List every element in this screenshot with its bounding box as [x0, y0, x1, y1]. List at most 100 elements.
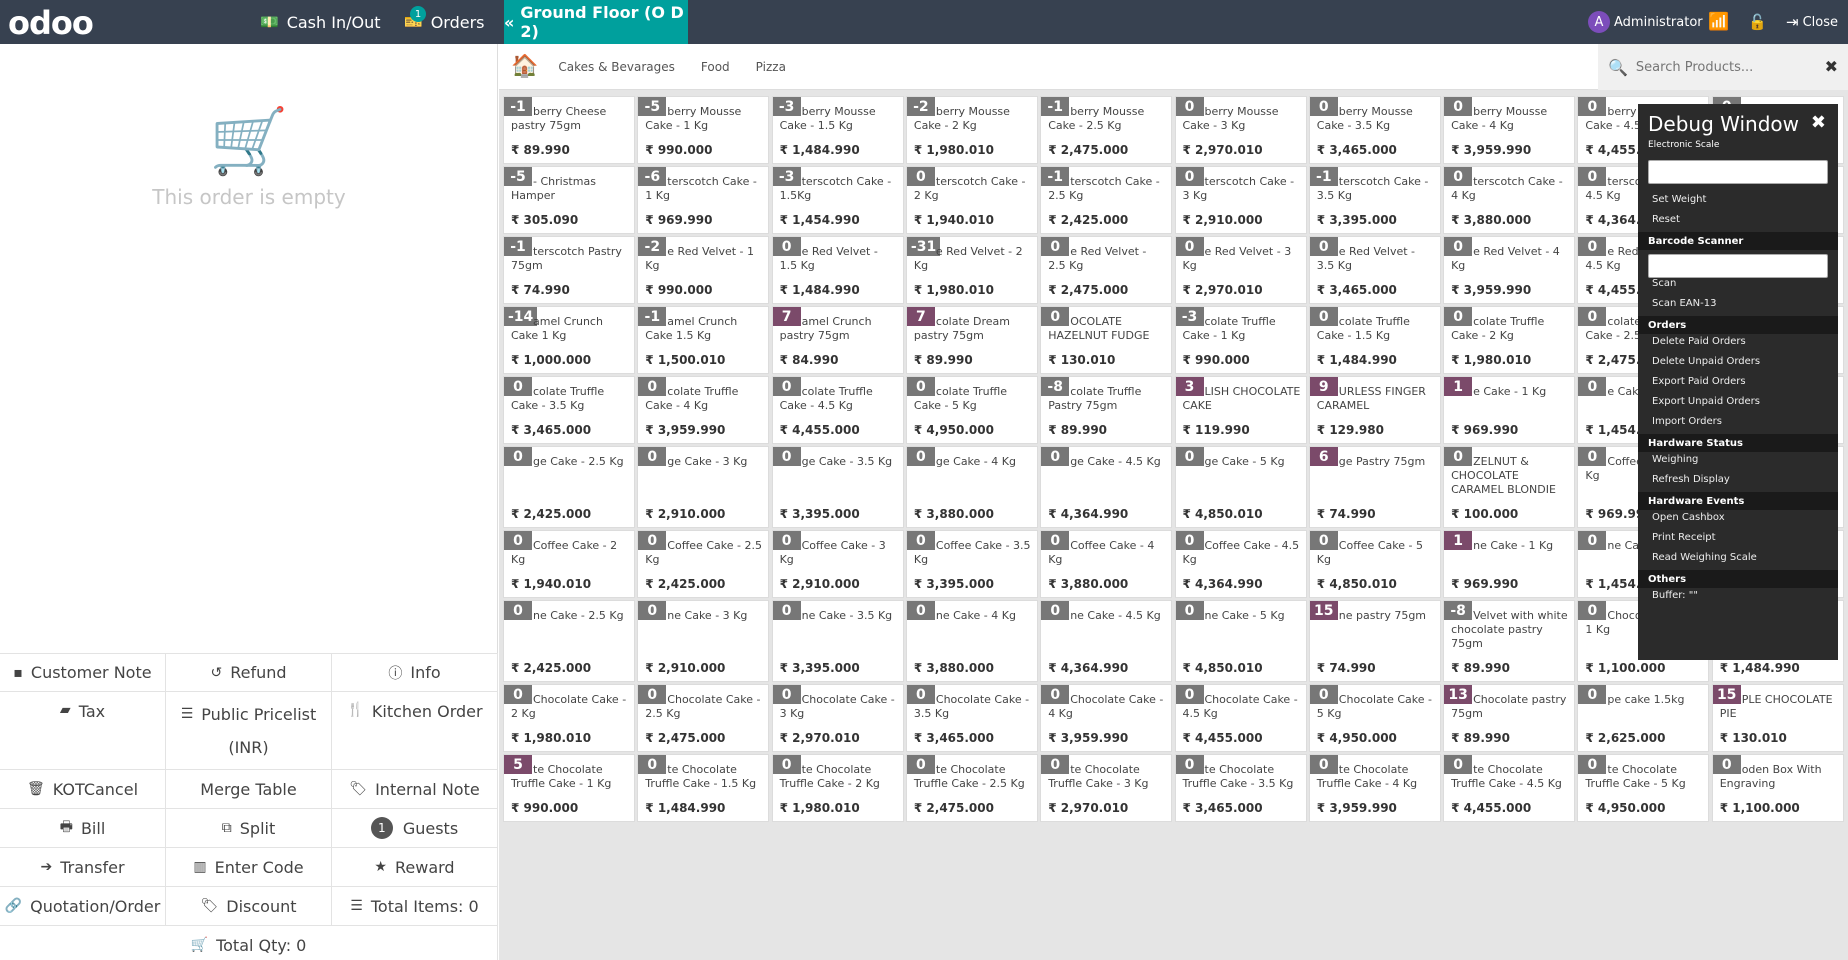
product-card[interactable]: 0 Coffee Cake - 4 Kg ₹ 3,880.000 [1040, 530, 1173, 598]
product-card[interactable]: 0e Red Velvet - 4 Kg ₹ 3,959.990 [1443, 236, 1576, 304]
product-card[interactable]: 0 colate Truffle Cake - 3.5 Kg ₹ 3,465.000 [503, 376, 635, 444]
product-card[interactable]: 0 colate Truffle Cake - 5 Kg ₹ 4,950.000 [905, 376, 1038, 444]
close-icon[interactable]: ✖ [1825, 57, 1838, 76]
product-card[interactable]: -5- Christmas Hamper ₹ 305.090 [503, 166, 635, 234]
product-card[interactable]: 0 te Chocolate Truffle Cake - 1.5 Kg ₹ 1,4… [637, 754, 770, 822]
product-card[interactable]: 0 ne Cake - 4 Kg ₹ 3,880.000 [905, 600, 1038, 682]
product-card[interactable]: -3 berry Mousse Cake - 1.5 Kg ₹ 1,484.990 [771, 96, 904, 164]
print-receipt-button[interactable]: Print Receipt [1652, 532, 1716, 543]
product-card[interactable]: -1 amel Crunch Cake 1.5 Kg ₹ 1,500.010 [637, 306, 770, 374]
product-card[interactable]: -1 berry Mousse Cake - 2.5 Kg ₹ 2,475.000 [1040, 96, 1173, 164]
product-card[interactable]: 0e Red Velvet - 1.5 Kg ₹ 1,484.990 [771, 236, 904, 304]
refresh-display-button[interactable]: Refresh Display [1652, 474, 1730, 485]
reward-button[interactable]: ★ Reward [332, 848, 498, 887]
product-card[interactable]: 6 ge Pastry 75gm ₹ 74.990 [1308, 446, 1441, 528]
split-button[interactable]: ⧉ Split [166, 809, 332, 848]
product-card[interactable]: 0 ne Cake - 3 Kg ₹ 2,910.000 [637, 600, 770, 682]
delete-unpaid-orders-button[interactable]: Delete Unpaid Orders [1652, 356, 1760, 367]
reset-button[interactable]: Reset [1652, 214, 1680, 225]
product-card[interactable]: 0 ge Cake - 4.5 Kg ₹ 4,364.990 [1040, 446, 1173, 528]
product-card[interactable]: -2 e Red Velvet - 1 Kg ₹ 990.000 [637, 236, 770, 304]
product-card[interactable]: -8 colate Truffle Pastry 75gm ₹ 89.990 [1040, 376, 1173, 444]
product-card[interactable]: 0 Coffee Cake - 3.5 Kg ₹ 3,395.000 [905, 530, 1038, 598]
merge-table-button[interactable]: Merge Table [166, 770, 332, 809]
product-card[interactable]: 0 ge Cake - 4 Kg ₹ 3,880.000 [905, 446, 1038, 528]
scan-ean13-button[interactable]: Scan EAN-13 [1652, 298, 1716, 309]
product-card[interactable]: -1 terscotch Cake - 3.5 Kg ₹ 3,395.000 [1308, 166, 1441, 234]
product-card[interactable]: 0 Chocolate Cake - 5 Kg ₹ 4,950.000 [1308, 684, 1441, 752]
close-button[interactable]: ⇥ Close [1786, 0, 1838, 44]
product-card[interactable]: 0 colate Truffle Cake - 1.5 Kg ₹ 1,484.990 [1308, 306, 1441, 374]
product-card[interactable]: 1 ne Cake - 1 Kg ₹ 969.990 [1443, 530, 1576, 598]
product-card[interactable]: 0 oden Box With Engraving ₹ 1,100.000 [1711, 754, 1844, 822]
product-card[interactable]: 0 Chocolate Cake - 2 Kg ₹ 1,980.010 [503, 684, 635, 752]
product-card[interactable]: 0 Chocolate Cake - 3 Kg ₹ 2,970.010 [771, 684, 904, 752]
product-card[interactable]: 0 te Chocolate Truffle Cake - 3.5 Kg ₹ 3,4… [1174, 754, 1307, 822]
open-cashbox-button[interactable]: Open Cashbox [1652, 512, 1725, 523]
product-card[interactable]: 0 te Chocolate Truffle Cake - 3 Kg ₹ 2,970… [1040, 754, 1173, 822]
product-card[interactable]: -5 berry Mousse Cake - 1 Kg ₹ 990.000 [637, 96, 770, 164]
product-card[interactable]: -3 terscotch Cake - 1.5Kg ₹ 1,454.990 [771, 166, 904, 234]
product-card[interactable]: 0 te Chocolate Truffle Cake - 4 Kg ₹ 3,959… [1308, 754, 1441, 822]
product-card[interactable]: -1 terscotch Cake - 2.5 Kg ₹ 2,425.000 [1040, 166, 1173, 234]
product-card[interactable]: 0 Coffee Cake - 5 Kg ₹ 4,850.010 [1308, 530, 1441, 598]
product-card[interactable]: 0 Coffee Cake - 3 Kg ₹ 2,910.000 [771, 530, 904, 598]
wifi-icon[interactable]: 📶 [1708, 0, 1729, 44]
product-card[interactable]: -2 berry Mousse Cake - 2 Kg ₹ 1,980.010 [905, 96, 1038, 164]
enter-code-button[interactable]: ▥ Enter Code [166, 848, 332, 887]
close-icon[interactable]: ✖ [1811, 112, 1826, 133]
category-cakes-bevarages[interactable]: Cakes & Bevarages [558, 60, 674, 74]
weight-input[interactable] [1648, 160, 1828, 184]
product-card[interactable]: 0 te Chocolate Truffle Cake - 2.5 Kg ₹ 2,4… [905, 754, 1038, 822]
delete-paid-orders-button[interactable]: Delete Paid Orders [1652, 336, 1746, 347]
product-card[interactable]: 0 Coffee Cake - 4.5 Kg ₹ 4,364.990 [1174, 530, 1307, 598]
internal-note-button[interactable]: 🏷 Internal Note [332, 770, 498, 809]
read-weighing-scale-button[interactable]: Read Weighing Scale [1652, 552, 1757, 563]
product-card[interactable]: -8 Velvet with white chocolate pastry 75g… [1443, 600, 1576, 682]
product-card[interactable]: 0 colate Truffle Cake - 4 Kg ₹ 3,959.990 [637, 376, 770, 444]
product-card[interactable]: 0 ne Cake - 5 Kg ₹ 4,850.010 [1174, 600, 1307, 682]
quotation-order-button[interactable]: 🔗 Quotation/Order [0, 887, 166, 926]
product-card[interactable]: 0 berry Mousse Cake - 4 Kg ₹ 3,959.990 [1443, 96, 1576, 164]
product-card[interactable]: 0 OCOLATE HAZELNUT FUDGE ₹ 130.010 [1040, 306, 1173, 374]
floor-button[interactable]: « Ground Floor (O D 2) [504, 0, 688, 44]
product-card[interactable]: 0 ne Cake - 3.5 Kg ₹ 3,395.000 [771, 600, 904, 682]
product-card[interactable]: 0 Chocolate Cake - 2.5 Kg ₹ 2,475.000 [637, 684, 770, 752]
product-card[interactable]: 7 colate Dream pastry 75gm ₹ 89.990 [905, 306, 1038, 374]
product-card[interactable]: 0 terscotch Cake - 2 Kg ₹ 1,940.010 [905, 166, 1038, 234]
category-pizza[interactable]: Pizza [756, 60, 786, 74]
transfer-button[interactable]: ➔ Transfer [0, 848, 166, 887]
home-icon[interactable]: 🏠 [511, 54, 538, 79]
product-card[interactable]: 0 ne Cake - 4.5 Kg ₹ 4,364.990 [1040, 600, 1173, 682]
guests-button[interactable]: 1 Guests [332, 809, 498, 848]
product-card[interactable]: 7 amel Crunch pastry 75gm ₹ 84.990 [771, 306, 904, 374]
product-card[interactable]: 0e Red Velvet - 2.5 Kg ₹ 2,475.000 [1040, 236, 1173, 304]
product-card[interactable]: 0 berry Mousse Cake - 3.5 Kg ₹ 3,465.000 [1308, 96, 1441, 164]
product-card[interactable]: 0 ne Cake - 2.5 Kg ₹ 2,425.000 [503, 600, 635, 682]
product-card[interactable]: 0 ge Cake - 3.5 Kg ₹ 3,395.000 [771, 446, 904, 528]
set-weight-button[interactable]: Set Weight [1652, 194, 1706, 205]
product-card[interactable]: 0e Red Velvet - 3.5 Kg ₹ 3,465.000 [1308, 236, 1441, 304]
info-button[interactable]: ⓘ Info [332, 653, 498, 692]
product-card[interactable]: 0e Red Velvet - 3 Kg ₹ 2,970.010 [1174, 236, 1307, 304]
category-food[interactable]: Food [701, 60, 730, 74]
bill-button[interactable]: 🖶 Bill [0, 809, 166, 848]
product-card[interactable]: -3 colate Truffle Cake - 1 Kg ₹ 990.000 [1174, 306, 1307, 374]
export-paid-orders-button[interactable]: Export Paid Orders [1652, 376, 1746, 387]
export-unpaid-orders-button[interactable]: Export Unpaid Orders [1652, 396, 1760, 407]
import-orders-button[interactable]: Import Orders [1652, 416, 1722, 427]
cash-in-out-button[interactable]: 💵 Cash In/Out [260, 0, 380, 44]
product-card[interactable]: 0 te Chocolate Truffle Cake - 5 Kg ₹ 4,950… [1577, 754, 1710, 822]
tax-button[interactable]: ▰ Tax [0, 692, 166, 770]
product-card[interactable]: 0 Coffee Cake - 2.5 Kg ₹ 2,425.000 [637, 530, 770, 598]
product-card[interactable]: 15 PLE CHOCOLATE PIE ₹ 130.010 [1711, 684, 1844, 752]
product-card[interactable]: 0 pe cake 1.5kg ₹ 2,625.000 [1577, 684, 1710, 752]
product-card[interactable]: 0 colate Truffle Cake - 4.5 Kg ₹ 4,455.000 [771, 376, 904, 444]
product-card[interactable]: -6 terscotch Cake - 1 Kg ₹ 969.990 [637, 166, 770, 234]
product-card[interactable]: 0 te Chocolate Truffle Cake - 2 Kg ₹ 1,980… [771, 754, 904, 822]
product-card[interactable]: 0 ge Cake - 5 Kg ₹ 4,850.010 [1174, 446, 1307, 528]
kot-cancel-button[interactable]: 🗑 KOTCancel [0, 770, 166, 809]
product-card[interactable]: 0 ge Cake - 2.5 Kg ₹ 2,425.000 [503, 446, 635, 528]
barcode-input[interactable] [1648, 254, 1828, 278]
product-card[interactable]: 0 Coffee Cake - 2 Kg ₹ 1,940.010 [503, 530, 635, 598]
